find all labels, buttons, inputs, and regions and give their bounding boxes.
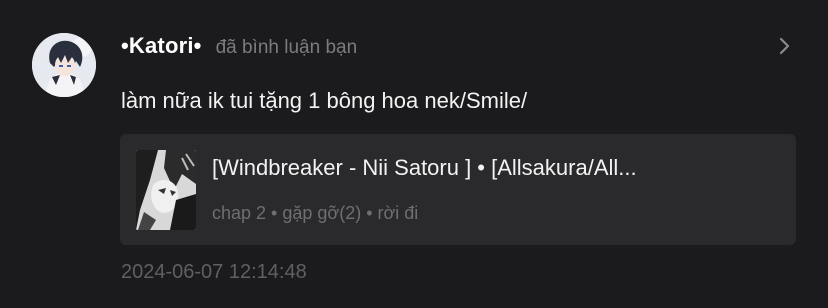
notification-item[interactable]: •Katori• đã bình luận bạn làm nữa ik tui…	[0, 0, 828, 308]
comment-text: làm nữa ik tui tặng 1 bông hoa nek/Smile…	[121, 88, 528, 113]
manga-cover-icon	[136, 150, 196, 230]
anime-avatar-icon	[32, 33, 96, 97]
username[interactable]: •Katori•	[121, 33, 202, 59]
action-text: đã bình luận bạn	[215, 37, 358, 58]
user-avatar[interactable]	[32, 33, 96, 97]
story-title: [Windbreaker - Nii Satoru ] • [Allsakura…	[212, 155, 637, 180]
story-thumbnail	[136, 150, 196, 230]
story-card[interactable]: [Windbreaker - Nii Satoru ] • [Allsakura…	[120, 134, 796, 245]
timestamp: 2024-06-07 12:14:48	[121, 261, 307, 283]
notification-header: •Katori• đã bình luận bạn	[121, 33, 357, 61]
story-chapter: chap 2 • gặp gỡ(2) • rời đi	[212, 203, 419, 223]
chevron-right-icon[interactable]	[772, 34, 796, 58]
